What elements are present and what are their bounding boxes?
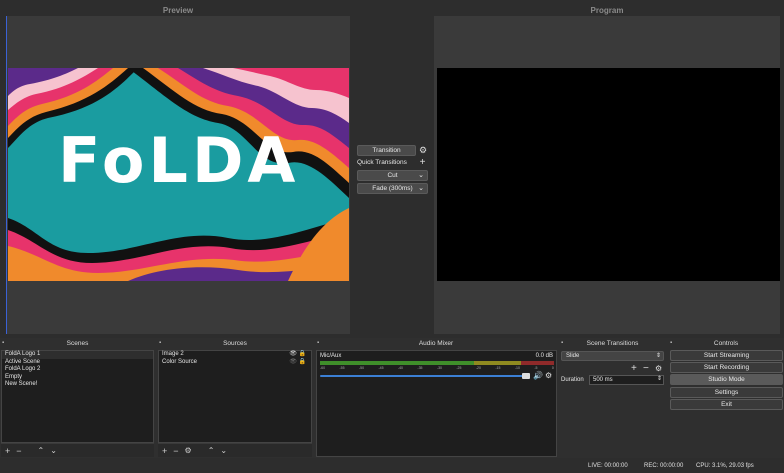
list-item[interactable]: Color Source 👁 🔒 <box>159 359 311 367</box>
gear-icon[interactable]: ⚙ <box>655 364 662 373</box>
scenes-title: Scenes <box>66 340 89 347</box>
cut-label: Cut <box>387 172 398 179</box>
remove-icon[interactable]: − <box>173 446 178 456</box>
eye-icon[interactable]: 👁 <box>289 359 297 367</box>
scale-tick: -25 <box>456 366 462 370</box>
move-down-icon[interactable]: ⌄ <box>50 446 57 455</box>
rec-status: REC: 00:00:00 <box>644 463 684 469</box>
volume-slider[interactable] <box>320 375 528 377</box>
sources-toolbar: + − ⚙ ⌃ ⌄ <box>158 443 312 457</box>
transition-select-value: Slide <box>566 353 580 359</box>
updown-icon: ⇕ <box>655 353 661 359</box>
lock-icon[interactable]: 🔒 <box>299 351 306 359</box>
controls-title: Controls <box>713 340 739 347</box>
preview-logo-text: FoLDA <box>58 124 300 197</box>
audio-mixer-panel: Mic/Aux 0.0 dB -60 -55 -50 -45 -40 -35 -… <box>316 350 557 457</box>
duration-label: Duration <box>561 377 584 383</box>
exit-button[interactable]: Exit <box>670 399 783 410</box>
fade-transition-dropdown[interactable]: Fade (300ms) ⌄ <box>357 183 428 194</box>
remove-icon[interactable]: − <box>16 446 21 456</box>
preview-image: FoLDA <box>8 68 349 281</box>
list-item[interactable]: FoldA Logo 2 <box>2 366 153 374</box>
scene-transitions-dock: ▪ Scene Transitions Slide ⇕ + − ⚙ Durati… <box>559 339 666 457</box>
scale-tick: -15 <box>495 366 501 370</box>
add-quick-transition-icon[interactable]: + <box>417 157 428 168</box>
sources-list[interactable]: Image 2 👁 🔒 Color Source 👁 🔒 <box>158 350 312 443</box>
program-title: Program <box>590 6 624 15</box>
start-streaming-button[interactable]: Start Streaming <box>670 350 783 361</box>
gear-icon[interactable]: ⚙ <box>185 446 192 455</box>
audio-mixer-title: Audio Mixer <box>418 340 454 347</box>
fade-label: Fade (300ms) <box>372 185 413 192</box>
scenes-toolbar: + − ⌃ ⌄ <box>1 443 154 457</box>
scale-tick: -30 <box>436 366 442 370</box>
add-icon[interactable]: + <box>162 446 167 456</box>
sources-title: Sources <box>223 340 247 347</box>
preview-title: Preview <box>162 6 194 15</box>
scale-tick: -60 <box>320 366 326 370</box>
controls-dock: ▪ Controls Start Streaming Start Recordi… <box>668 339 784 457</box>
status-bar: LIVE: 00:00:00 REC: 00:00:00 CPU: 3.1%, … <box>0 458 784 473</box>
list-item[interactable]: Active Scene <box>2 359 153 367</box>
preview-pane[interactable]: FoLDA <box>6 16 350 334</box>
move-up-icon[interactable]: ⌃ <box>38 446 45 455</box>
list-item[interactable]: New Scene! <box>2 381 153 389</box>
chevron-down-icon: ⌄ <box>418 185 424 192</box>
chevron-down-icon: ⌄ <box>418 172 424 179</box>
scale-tick: -35 <box>417 366 423 370</box>
quick-transitions-label: Quick Transitions <box>357 159 407 166</box>
volume-slider-handle[interactable] <box>522 373 530 379</box>
gear-icon[interactable]: ⚙ <box>545 371 552 380</box>
cut-transition-dropdown[interactable]: Cut ⌄ <box>357 170 428 181</box>
scale-tick: -55 <box>339 366 345 370</box>
scale-tick: -40 <box>397 366 403 370</box>
scene-transitions-title: Scene Transitions <box>586 340 639 347</box>
start-recording-button[interactable]: Start Recording <box>670 362 783 373</box>
remove-icon[interactable]: − <box>643 363 649 374</box>
move-up-icon[interactable]: ⌃ <box>208 446 215 455</box>
program-output <box>437 68 780 281</box>
transition-select[interactable]: Slide ⇕ <box>561 351 664 361</box>
gear-icon[interactable]: ⚙ <box>418 145 428 156</box>
scale-tick: -45 <box>378 366 384 370</box>
list-item[interactable]: FoldA Logo 1 <box>2 351 153 359</box>
volume-meter <box>320 361 554 365</box>
scenes-list[interactable]: FoldA Logo 1 Active Scene FoldA Logo 2 E… <box>1 350 154 443</box>
scale-tick: -50 <box>358 366 365 370</box>
duration-input[interactable]: 500 ms ⇕ <box>589 375 664 385</box>
sources-dock: ▪ Sources Image 2 👁 🔒 Color Source 👁 🔒 +… <box>157 339 313 457</box>
source-label: Image 2 <box>162 351 184 357</box>
eye-icon[interactable]: 👁 <box>289 351 297 359</box>
move-down-icon[interactable]: ⌄ <box>220 446 227 455</box>
preview-border-indicator <box>6 16 7 334</box>
scale-tick: -20 <box>475 366 481 370</box>
studio-mode-button[interactable]: Studio Mode <box>670 374 783 385</box>
cpu-status: CPU: 3.1%, 29.03 fps <box>696 463 754 469</box>
audio-mixer-dock: ▪ Audio Mixer Mic/Aux 0.0 dB -60 -55 -50… <box>315 339 557 457</box>
add-icon[interactable]: + <box>631 363 637 374</box>
scale-tick: -10 <box>514 366 520 370</box>
speaker-icon[interactable]: 🔊 <box>533 371 543 380</box>
source-label: Color Source <box>162 358 198 365</box>
scenes-dock: ▪ Scenes FoldA Logo 1 Active Scene FoldA… <box>0 339 155 457</box>
meter-scale: -60 -55 -50 -45 -40 -35 -30 -25 -20 -15 … <box>320 366 554 373</box>
transition-button[interactable]: Transition <box>357 145 416 156</box>
channel-name: Mic/Aux <box>320 353 342 359</box>
live-status: LIVE: 00:00:00 <box>588 463 628 469</box>
program-pane[interactable] <box>434 16 780 334</box>
spinner-icon[interactable]: ⇕ <box>657 375 662 383</box>
db-value: 0.0 dB <box>535 353 553 359</box>
list-item[interactable]: Empty <box>2 374 153 382</box>
lock-icon[interactable]: 🔒 <box>299 359 306 367</box>
add-icon[interactable]: + <box>5 446 10 456</box>
list-item[interactable]: Image 2 👁 🔒 <box>159 351 311 359</box>
settings-button[interactable]: Settings <box>670 387 783 398</box>
duration-value: 500 ms <box>593 377 613 383</box>
